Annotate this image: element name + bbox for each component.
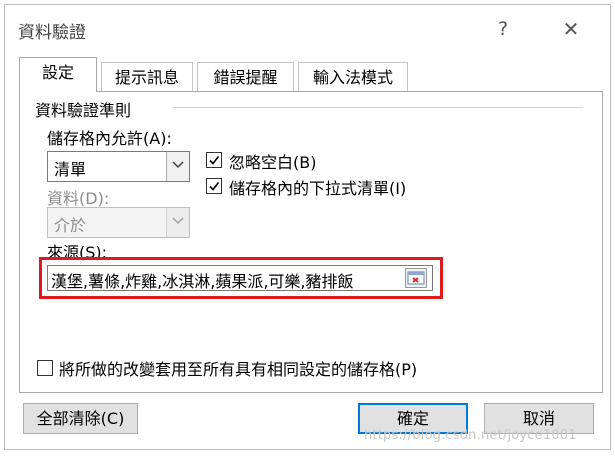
allow-select-value: 清單	[54, 160, 87, 179]
tab-ime-mode[interactable]: 輸入法模式	[298, 62, 408, 93]
allow-dropdown-button[interactable]	[166, 152, 189, 181]
tab-error-alert[interactable]: 錯誤提醒	[197, 62, 294, 93]
chevron-down-icon	[172, 161, 184, 169]
data-dropdown-button	[166, 208, 189, 237]
chevron-down-icon	[172, 217, 184, 225]
allow-select[interactable]: 清單	[47, 151, 190, 182]
close-button[interactable]: ✕	[553, 12, 589, 46]
apply-all-label[interactable]: 將所做的改變套用至所有具有相同設定的儲存格(P)	[59, 356, 417, 380]
validation-criteria-heading: 資料驗證準則	[35, 101, 132, 120]
close-icon: ✕	[562, 17, 580, 41]
data-label: 資料(D):	[47, 189, 110, 208]
tab-input-message[interactable]: 提示訊息	[101, 62, 193, 93]
clear-all-button[interactable]: 全部清除(C)	[23, 403, 138, 434]
data-select-value: 介於	[54, 216, 87, 235]
dialog-title: 資料驗證	[18, 23, 86, 43]
data-select: 介於	[47, 207, 190, 238]
help-button[interactable]: ?	[488, 12, 518, 46]
ignore-blank-checkbox[interactable]	[206, 152, 222, 168]
check-icon	[209, 182, 220, 191]
tab-settings[interactable]: 設定	[19, 57, 97, 92]
apply-all-checkbox[interactable]	[37, 360, 53, 376]
in-cell-dropdown-checkbox[interactable]	[206, 178, 222, 194]
ignore-blank-label[interactable]: 忽略空白(B)	[229, 149, 316, 173]
in-cell-dropdown-label[interactable]: 儲存格內的下拉式清單(I)	[229, 175, 406, 199]
source-highlight-box	[39, 257, 443, 299]
group-divider	[173, 107, 583, 108]
watermark-text: https://blog.csdn.net/joyce1001	[364, 428, 577, 443]
check-icon	[209, 156, 220, 165]
allow-label: 儲存格內允許(A):	[47, 129, 172, 148]
